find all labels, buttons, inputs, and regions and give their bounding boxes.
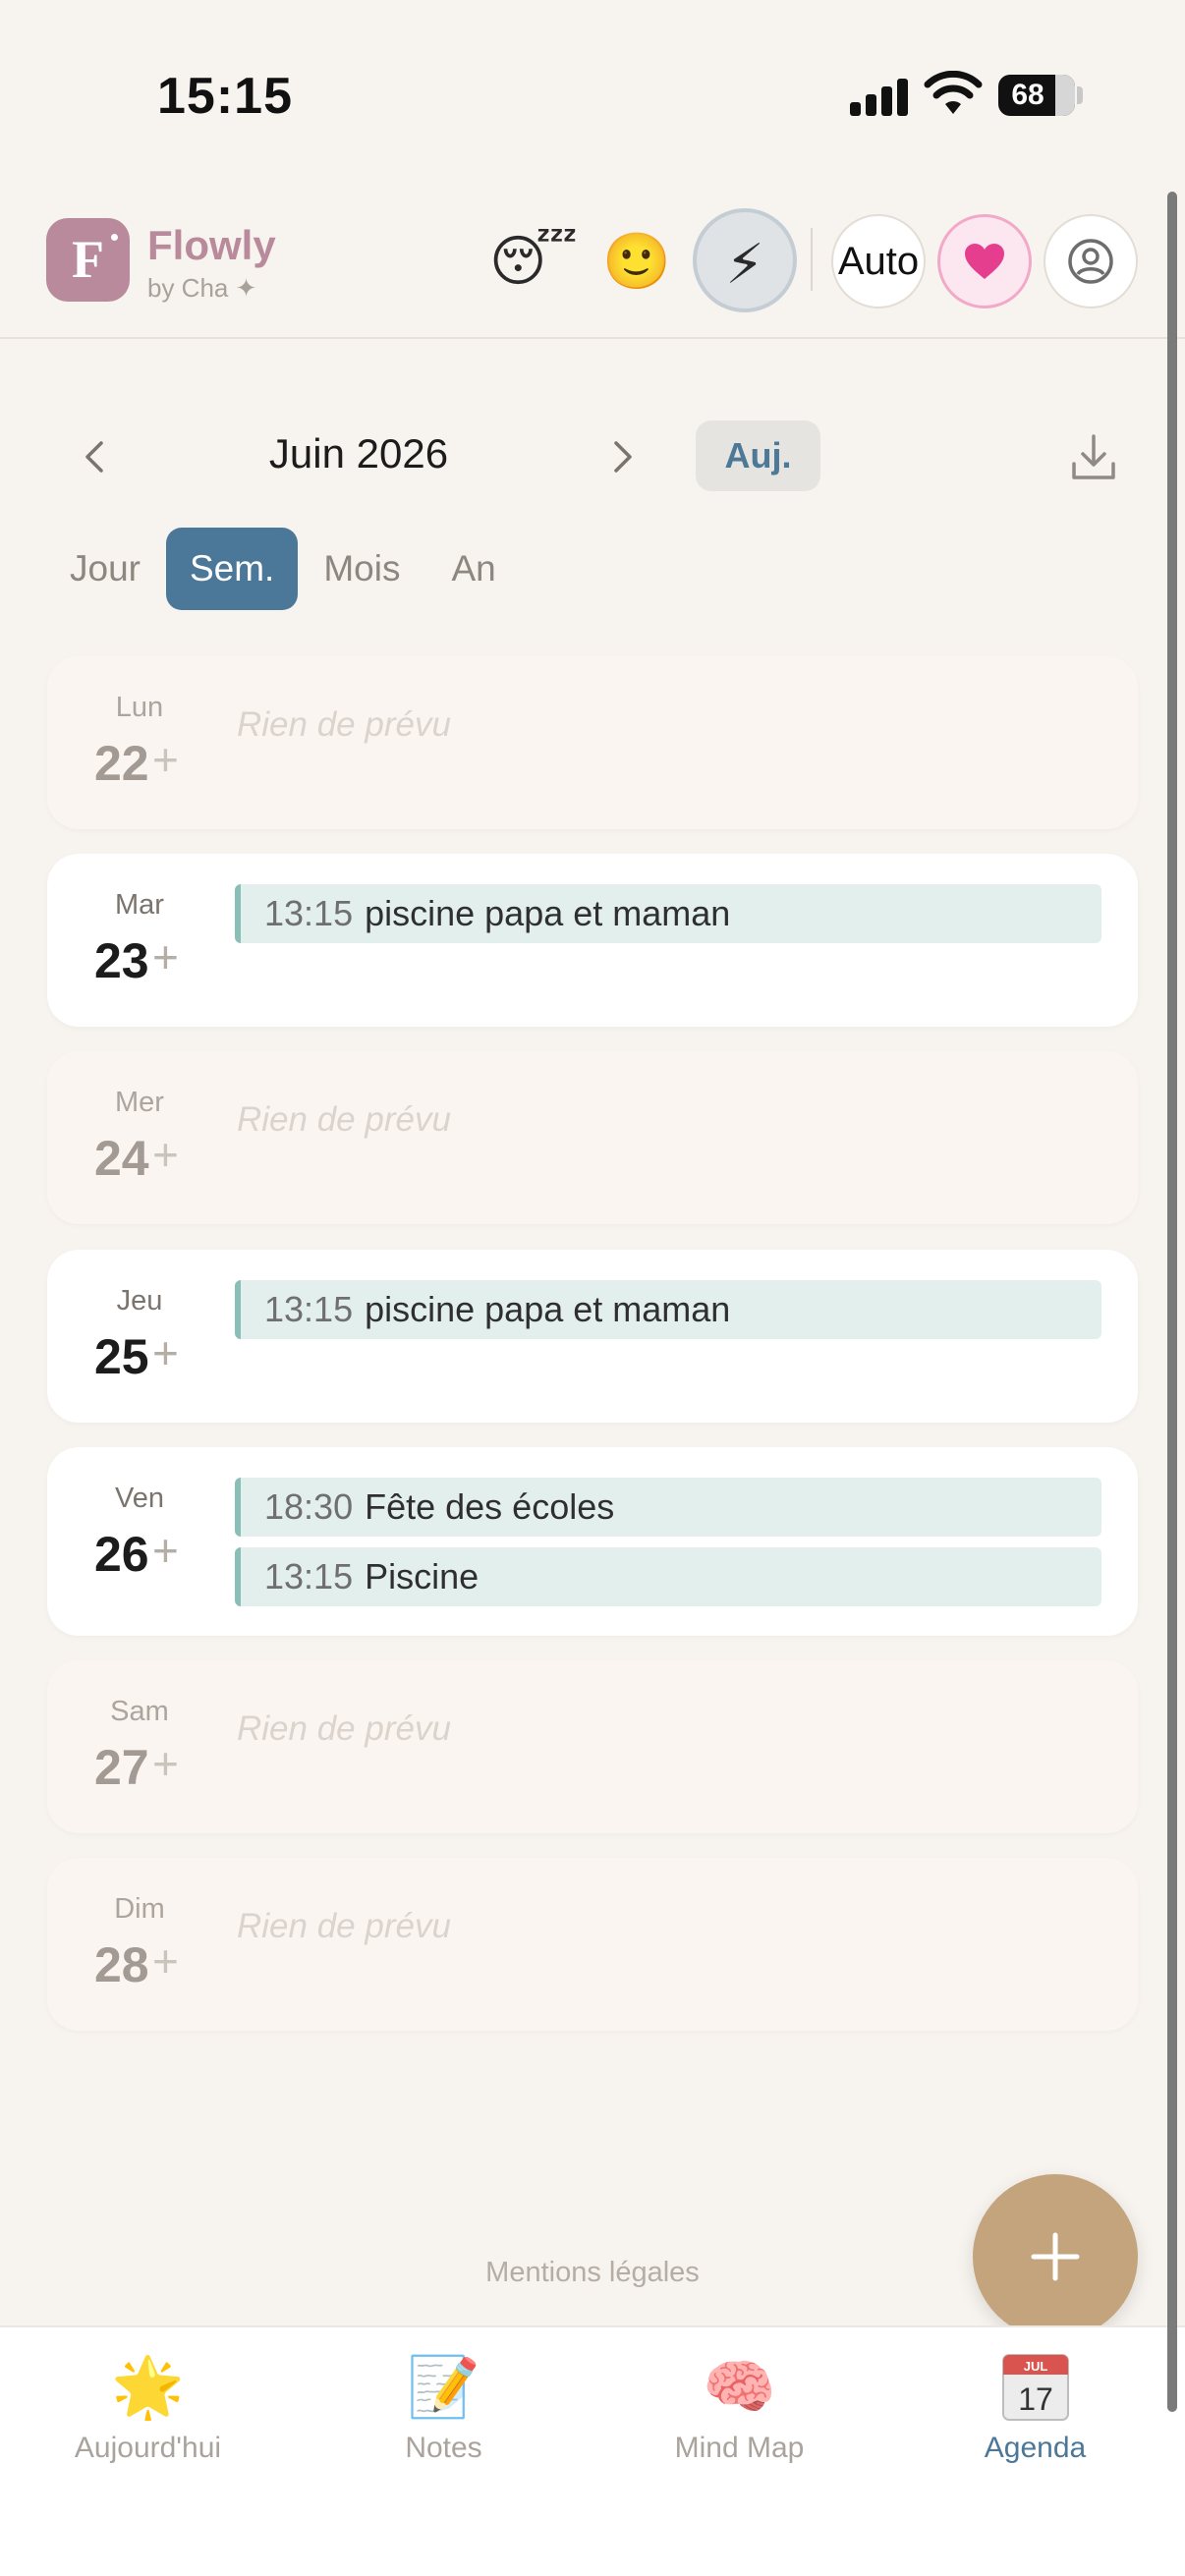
previous-button[interactable] xyxy=(69,420,118,493)
day-name: Ven xyxy=(115,1483,164,1514)
day-number: 23 xyxy=(94,933,149,988)
event-time: 18:30 xyxy=(264,1486,354,1527)
add-event-button[interactable]: + xyxy=(152,1326,179,1379)
today-button[interactable]: Auj. xyxy=(696,420,820,491)
empty-day-text: Rien de prévu xyxy=(237,1709,451,1748)
brand-name: Flowly xyxy=(147,222,276,268)
day-card[interactable]: Lun 22 + Rien de prévu xyxy=(47,656,1138,829)
calendar-icon-day: 17 xyxy=(1018,2381,1053,2417)
add-event-button[interactable]: + xyxy=(152,1128,179,1181)
nav-label: Agenda xyxy=(984,2432,1087,2464)
nav-label: Notes xyxy=(405,2432,482,2464)
header-divider xyxy=(811,228,813,291)
wifi-icon xyxy=(924,71,983,114)
battery-tip xyxy=(1077,86,1083,104)
account-button[interactable] xyxy=(1044,214,1138,308)
app-logo[interactable]: F xyxy=(46,218,130,302)
event-title: Fête des écoles xyxy=(365,1486,615,1527)
heart-icon xyxy=(965,244,1004,279)
nav-item-notes[interactable]: 📝 Notes xyxy=(296,2347,592,2465)
day-number: 26 xyxy=(94,1527,149,1582)
empty-day-text: Rien de prévu xyxy=(237,705,451,744)
add-event-button[interactable]: + xyxy=(152,930,179,983)
event-item[interactable]: 18:30 Fête des écoles xyxy=(235,1478,1101,1537)
mood-smile-button[interactable]: 🙂 xyxy=(590,214,684,308)
battery-level: 68 xyxy=(1011,79,1044,111)
calendar-icon-month: JUL xyxy=(1023,2359,1047,2374)
download-icon[interactable] xyxy=(1066,430,1121,485)
tab-week[interactable]: Sem. xyxy=(165,528,299,610)
user-circle-icon xyxy=(1068,239,1113,284)
tab-year[interactable]: An xyxy=(425,528,521,610)
mood-sleepy-button[interactable]: 😴 xyxy=(486,214,581,308)
add-event-button[interactable]: + xyxy=(152,1524,179,1577)
add-event-button[interactable]: + xyxy=(152,733,179,786)
month-title: Juin 2026 xyxy=(268,430,449,476)
event-item[interactable]: 13:15 piscine papa et maman xyxy=(235,884,1101,943)
signal-icon xyxy=(850,77,909,116)
month-navigation: Juin 2026 Auj. xyxy=(0,393,1185,521)
day-name: Mer xyxy=(115,1087,164,1118)
calendar-icon: JUL 17 xyxy=(1001,2354,1069,2421)
battery-icon: 68 xyxy=(998,75,1075,116)
day-card[interactable]: Mar 23 + 13:15 piscine papa et maman xyxy=(47,854,1138,1027)
add-event-button[interactable]: + xyxy=(152,1934,179,1988)
day-card[interactable]: Mer 24 + Rien de prévu xyxy=(47,1051,1138,1224)
star-icon: 🌟 xyxy=(111,2353,185,2420)
nav-item-agenda[interactable]: JUL 17 Agenda xyxy=(887,2347,1183,2465)
auto-button[interactable]: Auto xyxy=(831,214,926,308)
event-item[interactable]: 13:15 piscine papa et maman xyxy=(235,1280,1101,1339)
event-time: 13:15 xyxy=(264,893,354,933)
add-event-fab[interactable] xyxy=(973,2174,1138,2339)
nav-label: Mind Map xyxy=(674,2432,805,2464)
nav-item-today[interactable]: 🌟 Aujourd'hui xyxy=(0,2347,296,2465)
favorites-button[interactable] xyxy=(937,214,1032,308)
day-card[interactable]: Ven 26 + 18:30 Fête des écoles 13:15 Pisci… xyxy=(47,1447,1138,1636)
mood-energy-button[interactable]: ⚡ xyxy=(693,208,797,312)
brain-icon: 🧠 xyxy=(703,2353,776,2420)
day-name: Sam xyxy=(110,1696,169,1727)
event-item[interactable]: 13:15 Piscine xyxy=(235,1547,1101,1606)
tab-day[interactable]: Jour xyxy=(44,528,166,610)
day-number: 28 xyxy=(94,1937,149,1992)
brand-subtitle: by Cha ✦ xyxy=(147,273,257,303)
day-number: 27 xyxy=(94,1740,149,1795)
next-button[interactable] xyxy=(599,420,649,493)
status-time: 15:15 xyxy=(157,68,293,125)
event-title: Piscine xyxy=(365,1556,480,1596)
app-header: F Flowly by Cha ✦ 😴 🙂 ⚡ Auto xyxy=(0,187,1185,339)
nav-label: Aujourd'hui xyxy=(74,2432,222,2464)
day-name: Lun xyxy=(115,692,164,723)
empty-day-text: Rien de prévu xyxy=(237,1907,451,1945)
plus-icon xyxy=(1031,2232,1080,2281)
day-number: 25 xyxy=(94,1329,149,1384)
tab-month[interactable]: Mois xyxy=(298,528,425,610)
day-number: 22 xyxy=(94,736,149,791)
status-bar: 15:15 68 xyxy=(0,0,1185,187)
empty-day-text: Rien de prévu xyxy=(237,1100,451,1139)
chevron-right-icon xyxy=(614,441,632,473)
nav-item-mind-map[interactable]: 🧠 Mind Map xyxy=(592,2347,887,2465)
event-time: 13:15 xyxy=(264,1289,354,1329)
day-name: Dim xyxy=(114,1893,165,1925)
memo-icon: 📝 xyxy=(407,2353,480,2420)
day-card[interactable]: Jeu 25 + 13:15 piscine papa et maman xyxy=(47,1250,1138,1423)
day-name: Jeu xyxy=(116,1285,163,1316)
event-time: 13:15 xyxy=(264,1556,354,1596)
event-title: piscine papa et maman xyxy=(365,893,731,933)
day-name: Mar xyxy=(115,889,164,921)
event-title: piscine papa et maman xyxy=(365,1289,731,1329)
scrollbar[interactable] xyxy=(1167,192,1177,2412)
view-tabs: Jour Sem. Mois An xyxy=(44,528,522,610)
add-event-button[interactable]: + xyxy=(152,1737,179,1790)
day-card[interactable]: Dim 28 + Rien de prévu xyxy=(47,1858,1138,2031)
chevron-left-icon xyxy=(85,441,103,473)
day-number: 24 xyxy=(94,1131,149,1186)
bottom-navigation: 🌟 Aujourd'hui 📝 Notes 🧠 Mind Map JUL 17 … xyxy=(0,2325,1185,2576)
day-card[interactable]: Sam 27 + Rien de prévu xyxy=(47,1660,1138,1833)
